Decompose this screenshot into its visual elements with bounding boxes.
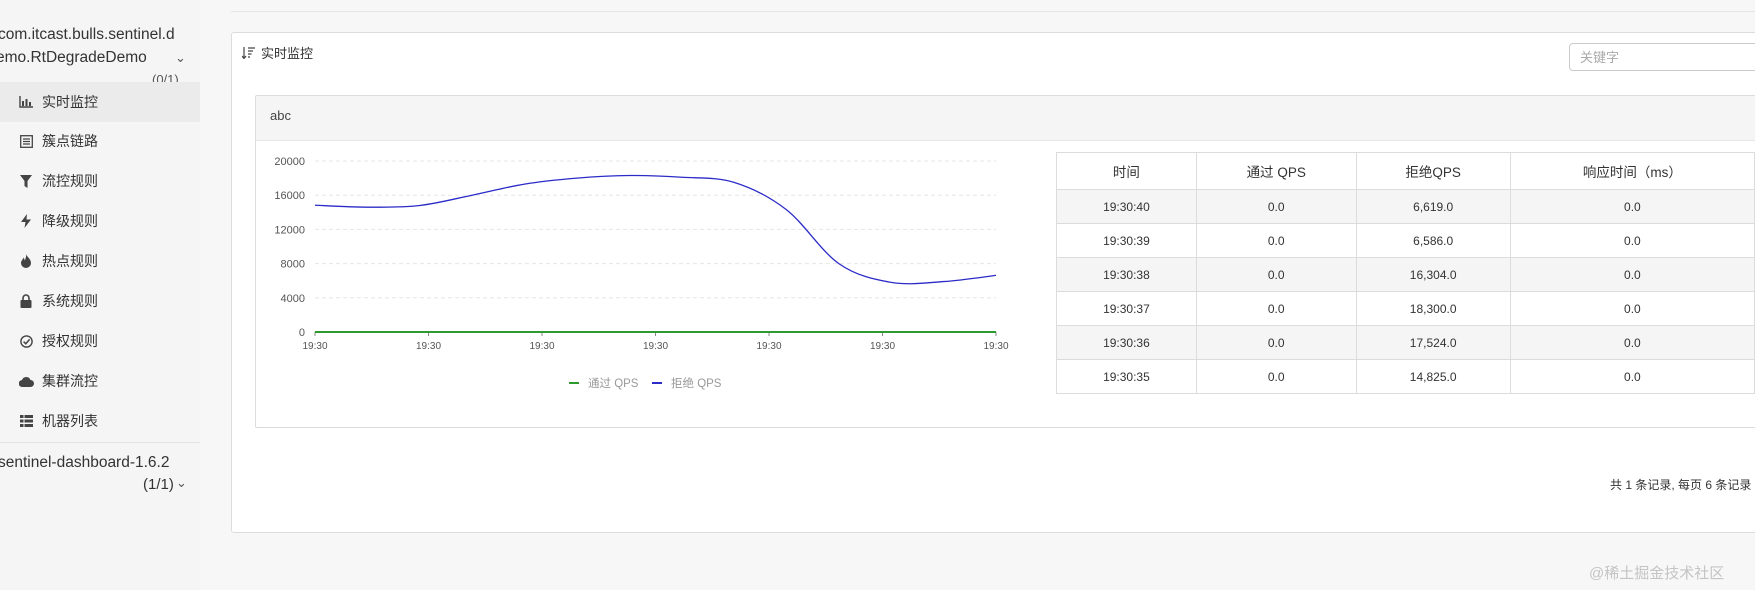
y-tick-label: 8000: [281, 259, 305, 271]
filter-icon: [18, 173, 34, 189]
y-tick-label: 20000: [274, 156, 305, 168]
menu-label: 热点规则: [42, 253, 98, 269]
table-cell: 0.0: [1509, 291, 1755, 326]
menu-label: 流控规则: [42, 173, 98, 189]
list-icon: [18, 133, 34, 149]
menu-label: 降级规则: [42, 213, 98, 229]
resource-name: abc: [270, 108, 291, 123]
series-line-block-qps: [314, 174, 997, 285]
menu-item-hotspot-rules[interactable]: 热点规则: [0, 241, 200, 281]
table-cell: 0.0: [1195, 189, 1357, 224]
panel-title-text: 实时监控: [261, 46, 314, 61]
x-tick-label: 19:30: [643, 341, 668, 352]
menu-label: 机器列表: [42, 413, 98, 429]
cloud-icon: [18, 373, 34, 389]
table-cell: 19:30:38: [1056, 257, 1197, 292]
x-tick-label: 19:30: [983, 341, 1008, 352]
search-input[interactable]: [1569, 43, 1755, 71]
flash-icon: [18, 213, 34, 229]
x-tick-label: 19:30: [302, 341, 327, 352]
menu-item-cluster-flow[interactable]: 集群流控: [0, 361, 200, 401]
table-cell: 0.0: [1509, 223, 1755, 258]
sidebar: com.itcast.bulls.sentinel.d emo.RtDegrad…: [0, 0, 200, 590]
table-cell: 0.0: [1195, 223, 1357, 258]
app-name-1-line2[interactable]: emo.RtDegradeDemo: [0, 47, 147, 69]
table-cell: 0.0: [1509, 189, 1755, 224]
check-circle-icon: [18, 333, 34, 349]
column-header-rt: 响应时间（ms）: [1509, 152, 1755, 190]
table-cell: 0.0: [1195, 325, 1357, 360]
menu-label: 集群流控: [42, 373, 98, 389]
menu-item-system-rules[interactable]: 系统规则: [0, 281, 200, 321]
menu-item-flow-rules[interactable]: 流控规则: [0, 161, 200, 201]
table-cell: 0.0: [1509, 359, 1755, 394]
menu-label: 簇点链路: [42, 133, 98, 149]
app-count-2: (1/1): [143, 476, 174, 493]
x-tick-label: 19:30: [756, 341, 781, 352]
table-row: 19:30:38 0.0 16,304.0 0.0: [1056, 257, 1755, 292]
qps-line-chart: 0 4000 8000 12000 16000 20000 19:30 19:30 19:30 1…: [274, 156, 1009, 390]
table-row: 19:30:35 0.0 14,825.0 0.0: [1056, 359, 1755, 394]
menu-item-auth-rules[interactable]: 授权规则: [0, 321, 200, 361]
pagination-info: 共 1 条记录, 每页 6 条记录: [1610, 478, 1752, 492]
sidebar-divider: [0, 442, 200, 443]
y-tick-label: 16000: [274, 190, 305, 202]
menu-item-machine-list[interactable]: 机器列表: [0, 401, 200, 441]
lock-icon: [18, 293, 34, 309]
app-count-1: (0/1): [152, 73, 179, 82]
fire-icon: [18, 253, 34, 269]
table-row: 19:30:36 0.0 17,524.0 0.0: [1056, 325, 1755, 360]
table-cell: 0.0: [1509, 257, 1755, 292]
grid-icon: [18, 413, 34, 429]
table-header-row: 时间 通过 QPS 拒绝QPS 响应时间（ms）: [1056, 152, 1755, 190]
table-cell: 19:30:39: [1056, 223, 1197, 258]
table-cell: 0.0: [1195, 257, 1357, 292]
menu-item-realtime-monitor[interactable]: 实时监控: [0, 82, 200, 122]
table-cell: 0.0: [1195, 291, 1357, 326]
app-name-2[interactable]: sentinel-dashboard-1.6.2: [0, 452, 169, 474]
table-cell: 0.0: [1509, 325, 1755, 360]
x-tick-label: 19:30: [416, 341, 441, 352]
bar-chart-icon: [18, 94, 34, 110]
table-cell: 19:30:36: [1056, 325, 1197, 360]
app-name-1[interactable]: com.itcast.bulls.sentinel.d: [0, 24, 175, 46]
legend-label[interactable]: 通过 QPS: [588, 377, 639, 390]
resource-card-header: [256, 96, 1755, 141]
table-row: 19:30:37 0.0 18,300.0 0.0: [1056, 291, 1755, 326]
stats-table: 时间 通过 QPS 拒绝QPS 响应时间（ms） 19:30:40 0.0 6,61…: [1056, 152, 1755, 394]
table-cell: 6,619.0: [1355, 189, 1511, 224]
menu-label: 授权规则: [42, 333, 98, 349]
menu-label: 实时监控: [42, 94, 98, 110]
table-cell: 0.0: [1195, 359, 1357, 394]
x-tick-label: 19:30: [529, 341, 554, 352]
column-header-block-qps: 拒绝QPS: [1355, 152, 1511, 190]
table-cell: 17,524.0: [1355, 325, 1511, 360]
column-header-time: 时间: [1056, 152, 1197, 190]
x-tick-label: 19:30: [870, 341, 895, 352]
menu-label: 系统规则: [42, 293, 98, 309]
watermark: @稀土掘金技术社区: [1589, 565, 1725, 582]
y-tick-label: 0: [299, 327, 305, 339]
table-cell: 19:30:37: [1056, 291, 1197, 326]
panel-title: 实时监控: [242, 43, 313, 62]
menu-item-cluster-link[interactable]: 簇点链路: [0, 121, 200, 161]
chevron-down-icon[interactable]: ⌄: [176, 475, 187, 491]
table-row: 19:30:39 0.0 6,586.0 0.0: [1056, 223, 1755, 258]
column-header-pass-qps: 通过 QPS: [1195, 152, 1357, 190]
table-cell: 19:30:40: [1056, 189, 1197, 224]
legend-label[interactable]: 拒绝 QPS: [671, 376, 722, 390]
y-tick-label: 12000: [274, 224, 305, 236]
table-cell: 14,825.0: [1355, 359, 1511, 394]
table-row: 19:30:40 0.0 6,619.0 0.0: [1056, 189, 1755, 224]
menu-item-degrade-rules[interactable]: 降级规则: [0, 201, 200, 241]
chevron-down-icon[interactable]: ⌄: [175, 50, 186, 66]
table-cell: 6,586.0: [1355, 223, 1511, 258]
sort-amount-icon: [242, 46, 255, 59]
table-cell: 19:30:35: [1056, 359, 1197, 394]
table-cell: 18,300.0: [1355, 291, 1511, 326]
top-divider: [231, 11, 1755, 12]
table-cell: 16,304.0: [1355, 257, 1511, 292]
y-tick-label: 4000: [281, 293, 305, 305]
